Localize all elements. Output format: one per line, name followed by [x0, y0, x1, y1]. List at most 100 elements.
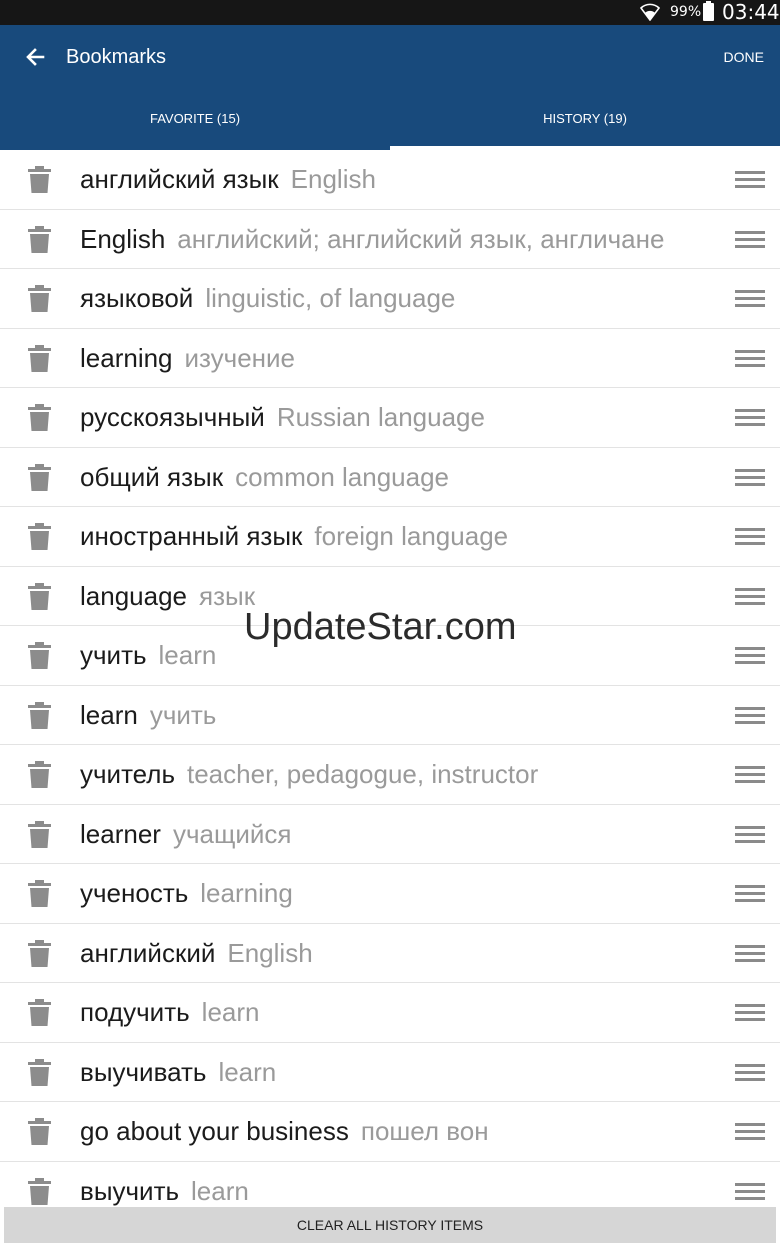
list-item[interactable]: learner учащийся [0, 805, 780, 864]
list-item-translation: English [227, 937, 313, 968]
list-item-text: language язык [80, 567, 255, 626]
list-item[interactable]: выучивать learn [0, 1043, 780, 1102]
list-item-text: английский English [80, 924, 313, 983]
trash-icon[interactable] [27, 404, 52, 432]
list-item-term: общий язык [80, 461, 224, 492]
list-item-translation: foreign language [314, 521, 509, 551]
wifi-icon [640, 3, 660, 21]
list-item-translation: learn [201, 997, 260, 1027]
done-button[interactable]: DONE [724, 47, 764, 67]
list-item-term: выучивать [80, 1056, 207, 1087]
list-item-translation: learn [191, 1175, 249, 1206]
list-item[interactable]: go about your business пошел вон [0, 1102, 780, 1162]
status-clock: 03:44 [722, 0, 780, 24]
trash-icon[interactable] [27, 1118, 52, 1146]
trash-icon[interactable] [27, 939, 52, 968]
list-item-translation: учащийся [172, 818, 292, 849]
app-bar: Bookmarks DONE FAVORITE (15) HISTORY (19… [0, 25, 780, 150]
trash-icon[interactable] [27, 642, 52, 670]
list-item[interactable]: учитель teacher, pedagogue, instructor [0, 745, 780, 805]
list-item-term: выучить [80, 1175, 180, 1206]
tab-favorite[interactable]: FAVORITE (15) [0, 95, 390, 150]
list-item[interactable]: английский язык English [0, 150, 780, 210]
drag-handle-icon[interactable] [735, 647, 765, 664]
trash-icon[interactable] [27, 761, 52, 789]
trash-icon[interactable] [27, 523, 52, 551]
trash-icon[interactable] [27, 344, 52, 373]
list-item-term: learn [80, 699, 138, 730]
list-item-translation: learn [158, 640, 217, 670]
history-list[interactable]: английский язык English English английский;… [0, 150, 780, 1206]
drag-handle-icon[interactable] [735, 587, 765, 605]
drag-handle-icon[interactable] [735, 1063, 765, 1081]
list-item[interactable]: learning изучение [0, 329, 780, 388]
trash-icon[interactable] [27, 999, 52, 1027]
list-item-term: учить [80, 640, 147, 670]
drag-handle-icon[interactable] [735, 171, 765, 188]
list-item[interactable]: языковой linguistic, of language [0, 269, 780, 329]
list-item-term: английский язык [80, 164, 279, 194]
list-item-translation: English [290, 164, 376, 194]
trash-icon[interactable] [27, 1177, 52, 1206]
drag-handle-icon[interactable] [735, 706, 765, 724]
trash-icon[interactable] [27, 285, 52, 313]
list-item-translation: teacher, pedagogue, instructor [187, 759, 539, 789]
list-item[interactable]: выучить learn [0, 1162, 780, 1207]
list-item-text: общий язык common language [80, 448, 449, 507]
list-item[interactable]: English английский; английский язык, англ… [0, 210, 780, 269]
trash-icon[interactable] [27, 463, 52, 492]
list-item[interactable]: подучить learn [0, 983, 780, 1043]
watermark: UpdateStar.com [244, 606, 517, 648]
drag-handle-icon[interactable] [735, 349, 765, 367]
battery-icon [703, 1, 714, 21]
list-item-text: иностранный язык foreign language [80, 507, 508, 566]
drag-handle-icon[interactable] [735, 468, 765, 486]
drag-handle-icon[interactable] [735, 1004, 765, 1021]
list-item-text: выучивать learn [80, 1043, 276, 1102]
trash-icon[interactable] [27, 1058, 52, 1087]
clear-all-history-button[interactable]: CLEAR ALL HISTORY ITEMS [4, 1207, 776, 1243]
trash-icon[interactable] [27, 820, 52, 849]
list-item-text: учитель teacher, pedagogue, instructor [80, 745, 538, 804]
drag-handle-icon[interactable] [735, 230, 765, 248]
list-item-term: языковой [80, 283, 194, 313]
list-item[interactable]: русскоязычный Russian language [0, 388, 780, 448]
list-item[interactable]: learn учить [0, 686, 780, 745]
list-item[interactable]: общий язык common language [0, 448, 780, 507]
trash-icon[interactable] [27, 582, 52, 611]
arrow-left-icon[interactable] [23, 44, 49, 70]
drag-handle-icon[interactable] [735, 825, 765, 843]
list-item-translation: Russian language [276, 402, 485, 432]
list-item[interactable]: ученость learning [0, 864, 780, 924]
trash-icon[interactable] [27, 166, 52, 194]
tab-history[interactable]: HISTORY (19) [390, 95, 780, 150]
list-item-term: учитель [80, 759, 175, 789]
battery-percentage: 99% [670, 4, 702, 20]
list-item-text: учить learn [80, 626, 216, 685]
list-item-translation: учить [149, 699, 217, 730]
trash-icon[interactable] [27, 701, 52, 730]
list-item-translation: learn [218, 1056, 277, 1087]
drag-handle-icon[interactable] [735, 528, 765, 545]
list-item-term: learning [80, 342, 173, 373]
drag-handle-icon[interactable] [735, 409, 765, 426]
trash-icon[interactable] [27, 225, 52, 254]
list-item-term: английский [80, 937, 216, 968]
drag-handle-icon[interactable] [735, 766, 765, 783]
drag-handle-icon[interactable] [735, 944, 765, 962]
drag-handle-icon[interactable] [735, 885, 765, 902]
list-item[interactable]: английский English [0, 924, 780, 983]
list-item-text: learner учащийся [80, 805, 291, 864]
list-item-text: go about your business пошел вон [80, 1102, 489, 1161]
drag-handle-icon[interactable] [735, 1182, 765, 1200]
list-item-term: русскоязычный [80, 402, 265, 432]
drag-handle-icon[interactable] [735, 1123, 765, 1140]
list-item-translation: linguistic, of language [205, 283, 456, 313]
list-item-translation: пошел вон [360, 1116, 489, 1146]
list-item[interactable]: иностранный язык foreign language [0, 507, 780, 567]
trash-icon[interactable] [27, 880, 52, 908]
drag-handle-icon[interactable] [735, 290, 765, 307]
list-item-text: выучить learn [80, 1162, 249, 1207]
list-item-text: ученость learning [80, 864, 293, 923]
list-item-text: learn учить [80, 686, 216, 745]
